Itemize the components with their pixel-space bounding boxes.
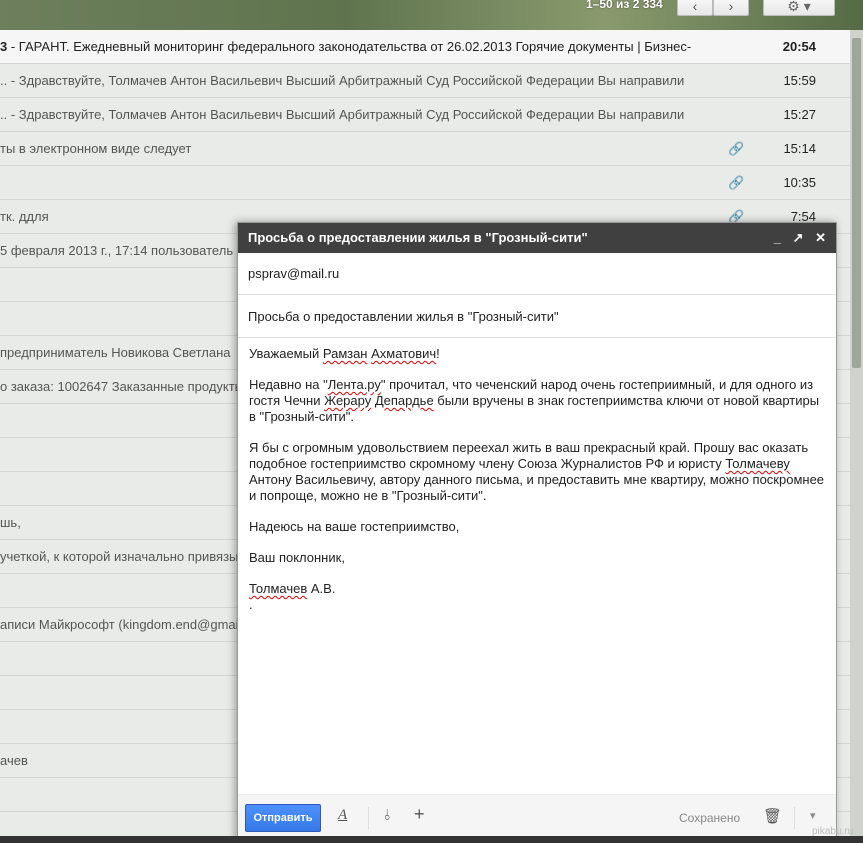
email-snippet: ты в электронном виде следует xyxy=(0,141,192,156)
pager-count: 1–50 из 2 334 xyxy=(586,0,663,11)
email-time: 15:14 xyxy=(783,141,816,156)
trash-icon[interactable]: 🗑 xyxy=(763,807,782,825)
email-row[interactable]: 🔗 10:35 xyxy=(0,166,850,200)
email-time: 10:35 xyxy=(783,175,816,190)
paragraph-2: Я бы с огромным удовольствием переехал ж… xyxy=(249,440,825,503)
email-time: 15:59 xyxy=(783,73,816,88)
compose-title: Просьба о предоставлении жилья в "Грозны… xyxy=(248,230,588,245)
minimize-icon[interactable]: _ xyxy=(774,223,785,253)
message-body[interactable]: Уважаемый Рамзан Ахматович! Недавно на "… xyxy=(238,338,836,613)
toolbar-divider xyxy=(368,807,369,829)
email-row[interactable]: ты в электронном виде следует 🔗 15:14 xyxy=(0,132,850,166)
saved-status: Сохранено xyxy=(679,811,741,825)
paragraph-1: Недавно на "Лента.ру" прочитал, что чече… xyxy=(249,377,820,424)
close-icon[interactable]: ✕ xyxy=(815,223,830,253)
compose-window: Просьба о предоставлении жилья в "Грозны… xyxy=(237,222,837,843)
email-snippet: .. - Здравствуйте, Толмачев Антон Василь… xyxy=(0,73,685,88)
paperclip-icon: 🔗 xyxy=(728,175,745,190)
signature: Толмачев А.В.. xyxy=(249,581,336,612)
compose-footer: Отправить A ⫰ + Сохранено 🗑 ▾ xyxy=(238,794,836,842)
email-time: 20:54 xyxy=(782,39,816,54)
paragraph-4: Ваш поклонник, xyxy=(249,550,345,565)
paperclip-icon: 🔗 xyxy=(728,141,745,156)
paragraph-3: Надеюсь на ваше гостеприимство, xyxy=(249,519,460,534)
prev-page-button[interactable]: ‹ xyxy=(677,0,713,16)
scroll-thumb[interactable] xyxy=(852,38,861,368)
watermark: pikabu.ru xyxy=(812,826,854,837)
email-row[interactable]: 3 - ГАРАНТ. Ежедневный мониторинг федера… xyxy=(0,30,850,64)
greeting: Уважаемый Рамзан Ахматович! xyxy=(249,346,440,361)
email-snippet: 3 - ГАРАНТ. Ежедневный мониторинг федера… xyxy=(0,39,692,54)
email-snippet: .. - Здравствуйте, Толмачев Антон Василь… xyxy=(0,107,685,122)
toolbar-divider xyxy=(794,807,795,829)
bottom-strip xyxy=(0,836,863,843)
settings-button[interactable]: ⚙ ▾ xyxy=(763,0,835,16)
compose-header[interactable]: Просьба о предоставлении жилья в "Грозны… xyxy=(238,223,836,253)
scrollbar[interactable] xyxy=(850,30,863,843)
send-button[interactable]: Отправить xyxy=(245,804,321,832)
email-row[interactable]: .. - Здравствуйте, Толмачев Антон Василь… xyxy=(0,98,850,132)
plus-icon[interactable]: + xyxy=(414,804,425,825)
next-page-button[interactable]: › xyxy=(713,0,749,16)
subject-field[interactable]: Просьба о предоставлении жилья в "Грозны… xyxy=(238,295,836,338)
to-field[interactable]: psprav@mail.ru xyxy=(238,253,836,295)
top-toolbar: 1–50 из 2 334 ‹ › ⚙ ▾ xyxy=(0,0,863,30)
email-row[interactable]: .. - Здравствуйте, Толмачев Антон Василь… xyxy=(0,64,850,98)
text-format-icon[interactable]: A xyxy=(338,807,347,824)
paperclip-icon[interactable]: ⫰ xyxy=(384,807,391,824)
email-time: 15:27 xyxy=(783,107,816,122)
popout-icon[interactable]: ↗ xyxy=(793,223,808,253)
chevron-down-icon[interactable]: ▾ xyxy=(810,809,816,822)
